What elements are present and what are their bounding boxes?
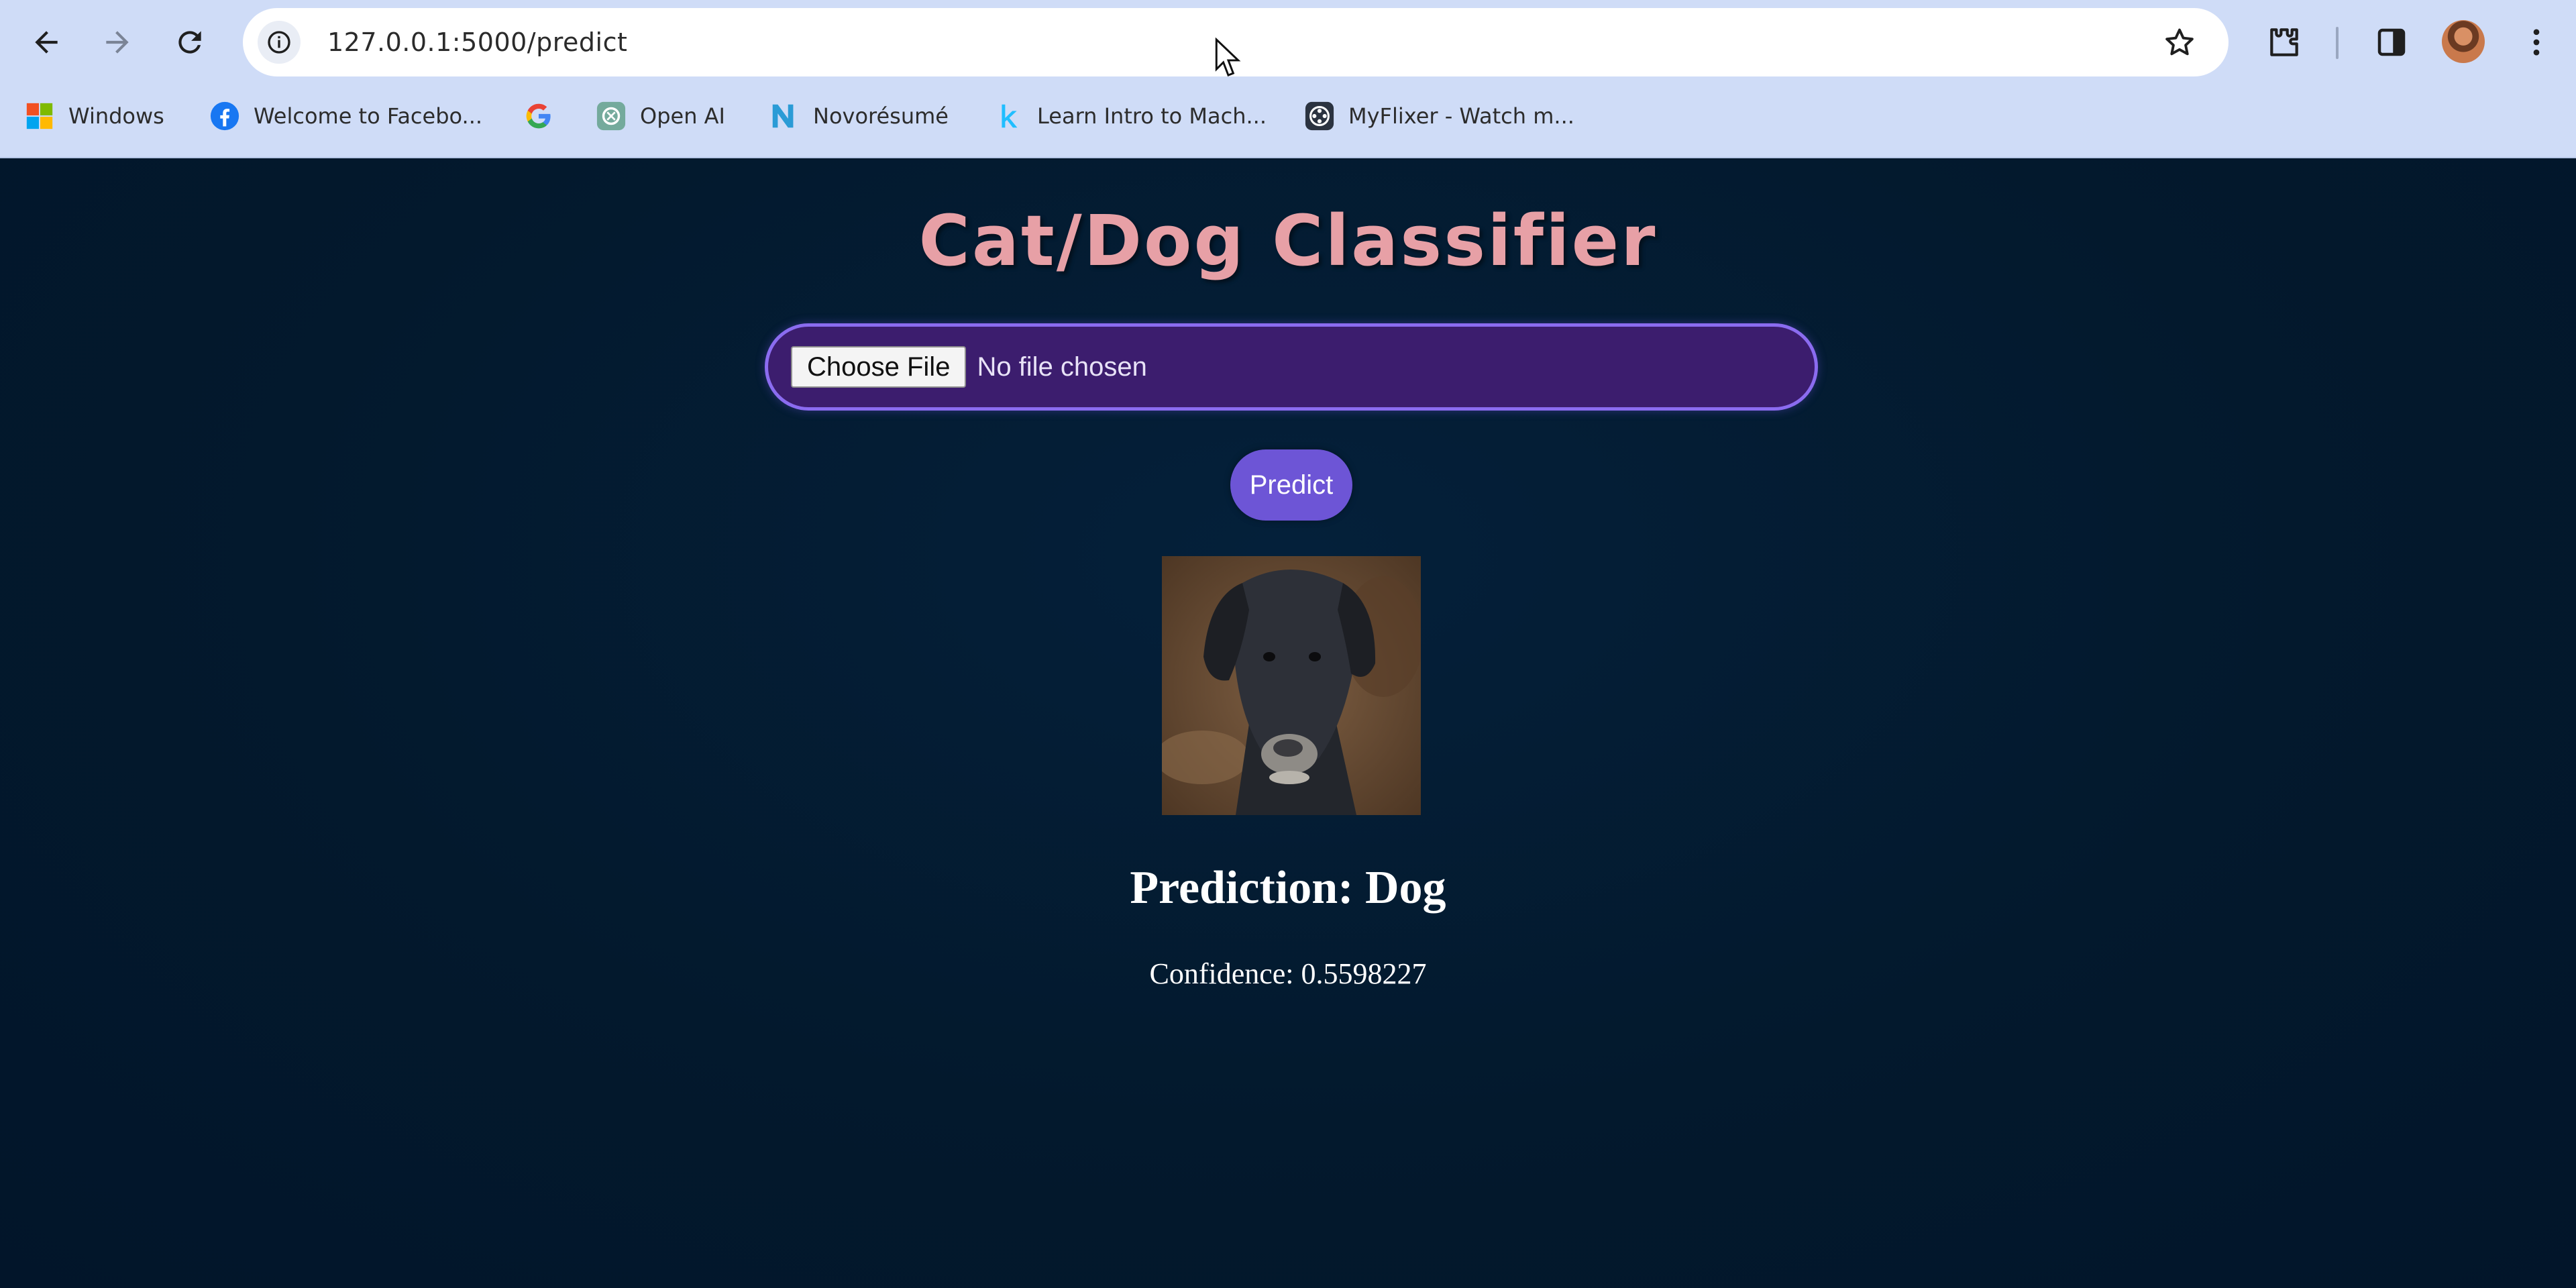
- facebook-icon: [209, 101, 240, 131]
- bookmark-star-icon[interactable]: [2159, 21, 2200, 63]
- confidence-score: Confidence: 0.5598227: [1149, 957, 1427, 990]
- bookmark-label: Learn Intro to Mach...: [1037, 103, 1267, 129]
- arrow-right-icon: [106, 31, 129, 54]
- bookmark-myflixer[interactable]: MyFlixer - Watch m...: [1304, 97, 1574, 136]
- prediction-result: Prediction: Dog: [1130, 862, 1446, 914]
- profile-avatar[interactable]: [2442, 20, 2485, 63]
- arrow-left-icon: [35, 31, 58, 54]
- toolbar-divider: [2336, 27, 2339, 59]
- browser-chrome: 127.0.0.1:5000/predict Windows Welcome t…: [0, 0, 2576, 158]
- novoresume-icon: [769, 101, 800, 131]
- dog-photo: [1162, 556, 1421, 815]
- kaggle-icon: [993, 101, 1024, 131]
- mouse-cursor-icon: [1215, 38, 1241, 77]
- reload-icon: [178, 31, 201, 54]
- google-icon: [523, 101, 554, 131]
- url-text[interactable]: 127.0.0.1:5000/predict: [327, 28, 627, 57]
- bookmark-facebook[interactable]: Welcome to Facebo...: [209, 97, 482, 136]
- uploaded-image-preview: [1162, 556, 1421, 815]
- browser-toolbar: 127.0.0.1:5000/predict: [0, 0, 2576, 85]
- forward-button[interactable]: [89, 13, 146, 71]
- bookmark-label: MyFlixer - Watch m...: [1348, 103, 1574, 129]
- file-upload-field[interactable]: Choose File No file chosen: [765, 323, 1818, 411]
- predict-button[interactable]: Predict: [1230, 449, 1352, 521]
- bookmark-google[interactable]: [523, 97, 568, 136]
- menu-kebab-icon[interactable]: [2513, 19, 2560, 66]
- myflixer-icon: [1304, 101, 1335, 131]
- bookmark-label: Welcome to Facebo...: [254, 103, 483, 129]
- bookmark-kaggle[interactable]: Learn Intro to Mach...: [993, 97, 1267, 136]
- bookmarks-bar: Windows Welcome to Facebo... Open AI Nov…: [0, 91, 2576, 141]
- back-button[interactable]: [17, 13, 75, 71]
- bookmark-label: Open AI: [640, 103, 725, 129]
- windows-icon: [24, 101, 55, 131]
- page-content: Cat/Dog Classifier Choose File No file c…: [0, 160, 2576, 1288]
- choose-file-button[interactable]: Choose File: [791, 346, 967, 388]
- extensions-icon[interactable]: [2261, 19, 2308, 66]
- page-title: Cat/Dog Classifier: [918, 200, 1658, 282]
- bookmark-label: Novorésumé: [813, 103, 949, 129]
- file-status-text: No file chosen: [977, 352, 1147, 382]
- bookmark-novoresume[interactable]: Novorésumé: [769, 97, 949, 136]
- openai-icon: [596, 101, 627, 131]
- bookmark-windows[interactable]: Windows: [24, 97, 164, 136]
- site-info-icon[interactable]: [258, 21, 301, 64]
- reload-button[interactable]: [161, 13, 219, 71]
- bookmark-openai[interactable]: Open AI: [596, 97, 725, 136]
- side-panel-icon[interactable]: [2368, 19, 2415, 66]
- bookmark-label: Windows: [68, 103, 164, 129]
